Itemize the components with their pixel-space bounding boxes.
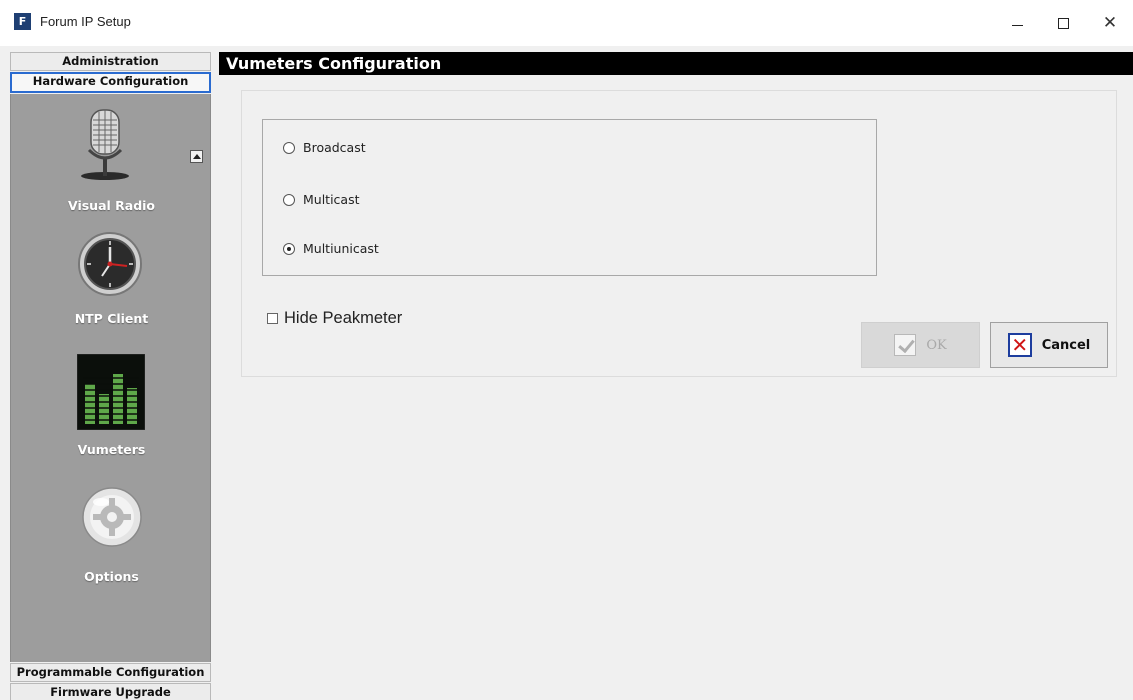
sidebar-item-label: Vumeters <box>77 442 146 457</box>
sidebar-header-firmware-upgrade[interactable]: Firmware Upgrade <box>10 683 211 700</box>
sidebar-header-hardware-configuration[interactable]: Hardware Configuration <box>10 72 211 93</box>
page-title: Vumeters Configuration <box>226 54 442 73</box>
sidebar-item-vumeters[interactable]: Vumeters <box>11 354 212 469</box>
sidebar-panel: Visual Radio NTP Client Vumeters Options <box>10 94 211 662</box>
checkbox-label: Hide Peakmeter <box>284 309 403 327</box>
sidebar-header-administration[interactable]: Administration <box>10 52 211 71</box>
vumeter-icon <box>77 354 145 430</box>
close-button[interactable]: ✕ <box>1087 0 1133 46</box>
sidebar-header-programmable-configuration[interactable]: Programmable Configuration <box>10 663 211 682</box>
sidebar-item-ntp-client[interactable]: NTP Client <box>11 231 212 346</box>
sidebar-item-visual-radio[interactable]: Visual Radio <box>11 106 212 221</box>
window-title: Forum IP Setup <box>40 14 131 29</box>
ok-button[interactable]: OK <box>861 322 980 368</box>
maximize-button[interactable] <box>1040 0 1086 46</box>
sidebar-item-label: Visual Radio <box>67 198 156 213</box>
radio-label: Broadcast <box>303 140 366 155</box>
radio-button[interactable] <box>283 141 295 154</box>
close-icon: ✕ <box>1102 13 1118 33</box>
ok-button-label: OK <box>926 337 947 353</box>
minimize-icon <box>1011 24 1023 26</box>
checkbox[interactable] <box>267 313 278 324</box>
title-bar: F Forum IP Setup ✕ <box>0 0 1133 46</box>
sidebar-item-label: Options <box>84 569 139 584</box>
cancel-button[interactable]: ✕ Cancel <box>990 322 1108 368</box>
sidebar: Administration Hardware Configuration Vi… <box>10 52 211 700</box>
sidebar-item-options[interactable]: Options <box>11 486 212 596</box>
radio-multicast[interactable]: Multicast <box>283 192 360 207</box>
cancel-x-icon: ✕ <box>1007 333 1032 357</box>
radio-button-selected[interactable] <box>283 242 295 255</box>
sidebar-item-label: NTP Client <box>74 311 149 326</box>
checkmark-icon <box>894 334 917 356</box>
options-gear-icon <box>82 487 142 547</box>
radio-button[interactable] <box>283 193 295 206</box>
hide-peakmeter-checkbox[interactable]: Hide Peakmeter <box>267 309 402 328</box>
minimize-button[interactable] <box>994 0 1040 46</box>
app-window: F Forum IP Setup ✕ Administration Hardwa… <box>0 0 1133 700</box>
radio-label: Multiunicast <box>303 241 379 256</box>
microphone-icon <box>81 109 129 180</box>
radio-label: Multicast <box>303 192 360 207</box>
maximize-icon <box>1057 17 1069 29</box>
cancel-button-label: Cancel <box>1041 337 1091 353</box>
radio-broadcast[interactable]: Broadcast <box>283 140 366 155</box>
app-icon: F <box>14 13 31 30</box>
clock-icon <box>78 232 142 296</box>
radio-multiunicast[interactable]: Multiunicast <box>283 241 379 256</box>
